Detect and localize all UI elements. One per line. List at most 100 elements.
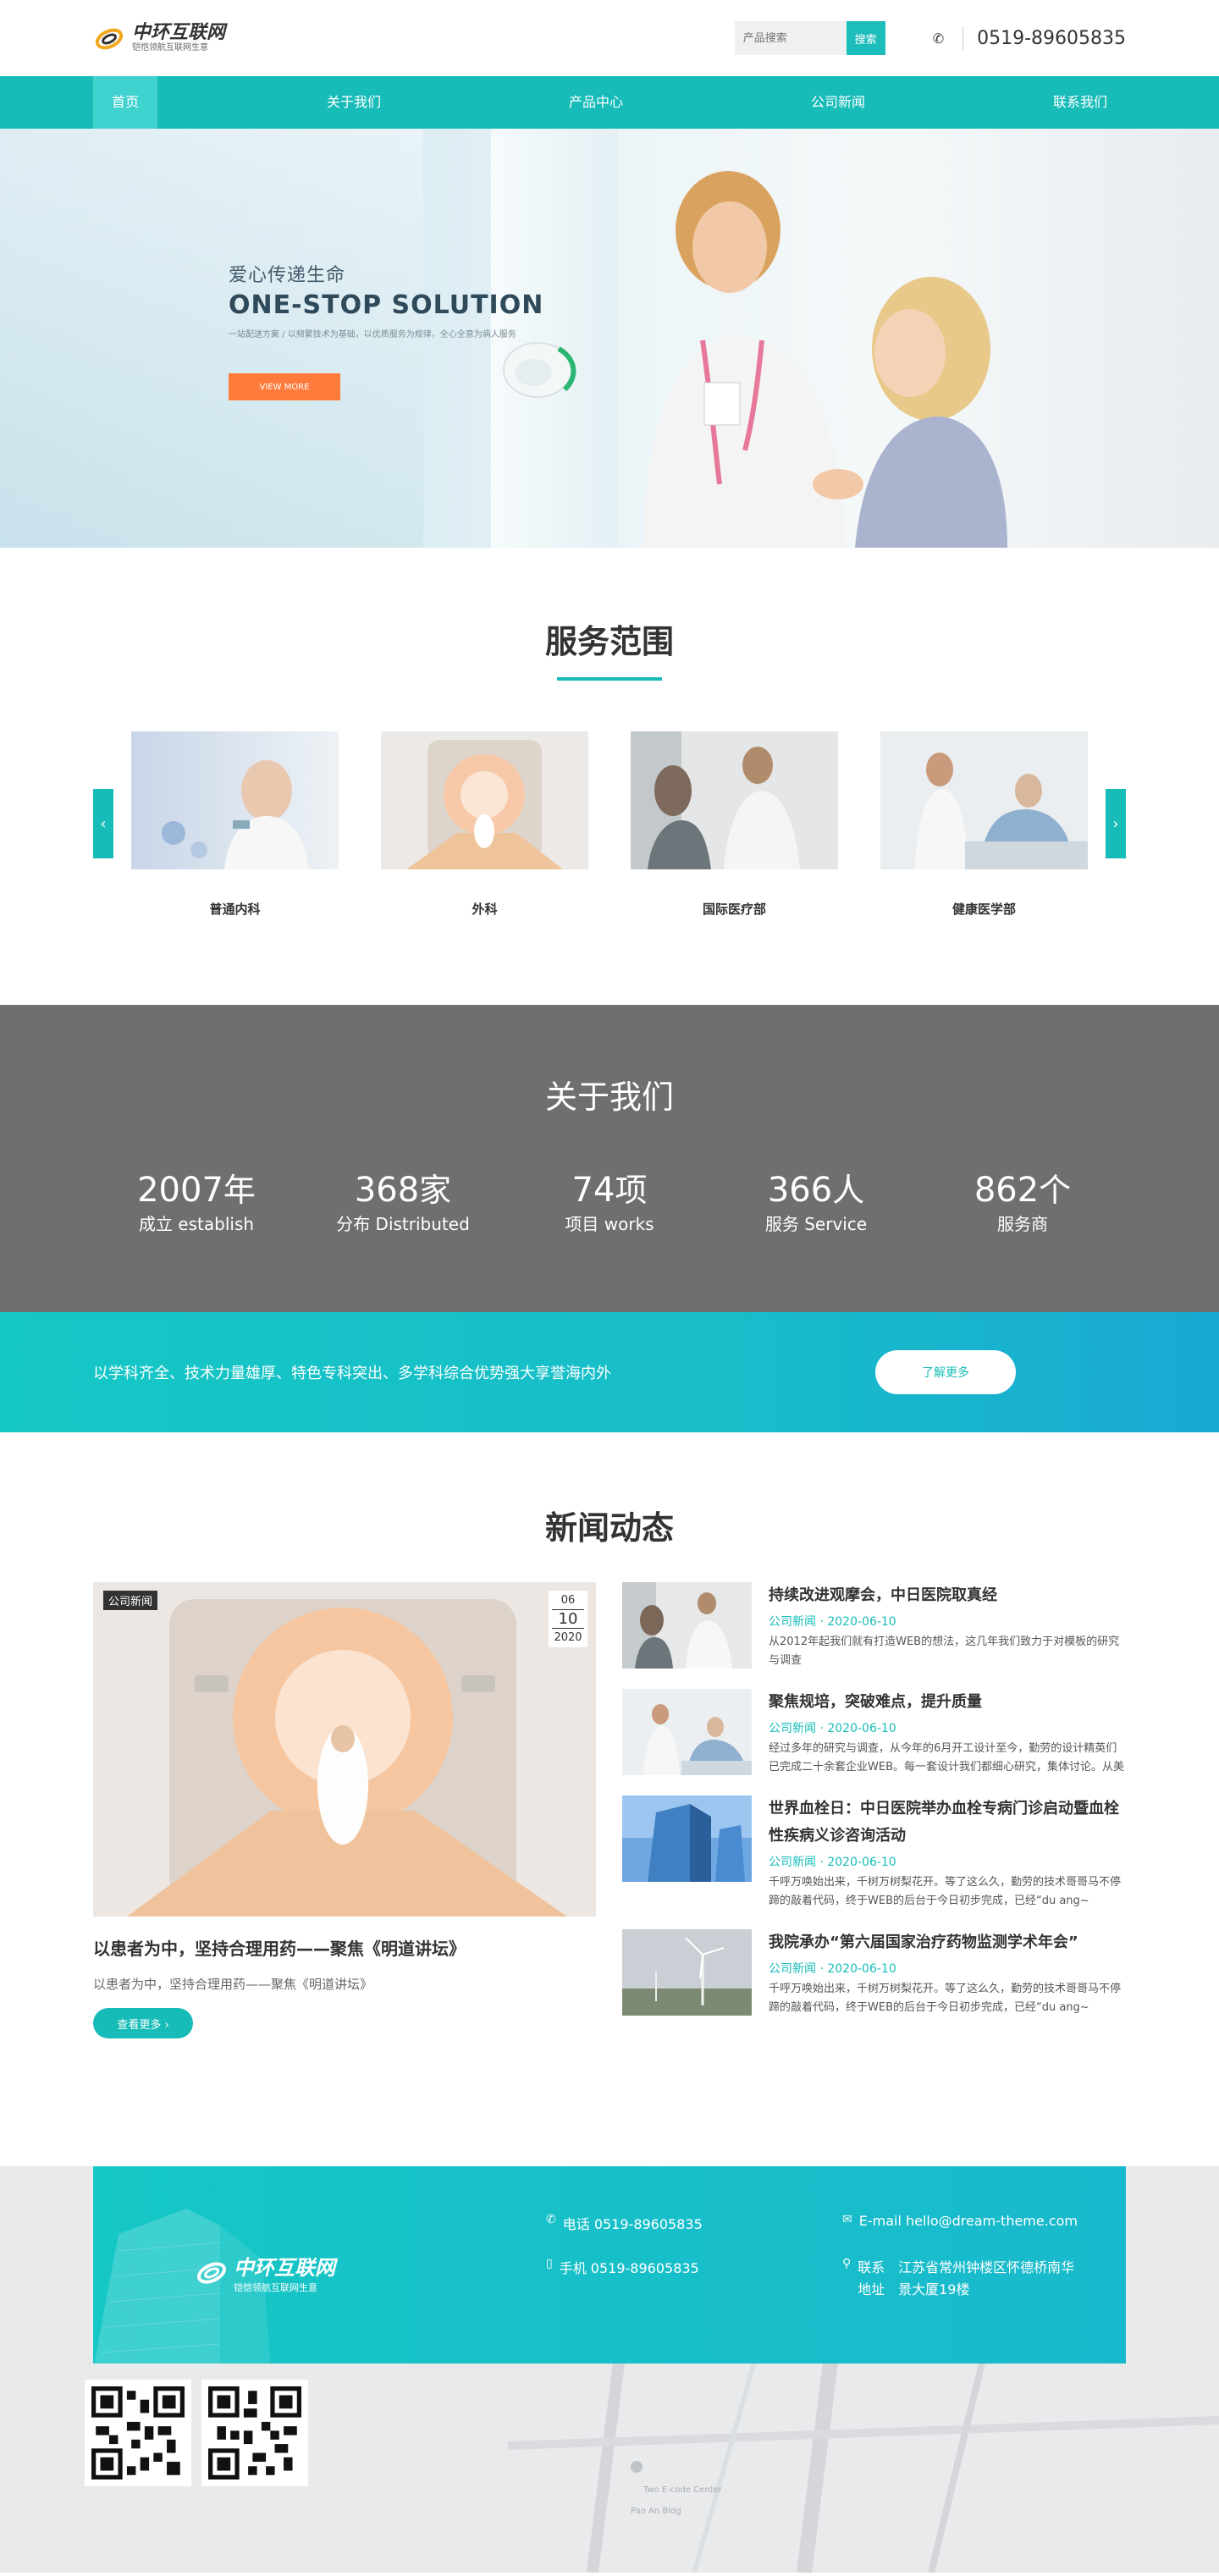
nav-item-about[interactable]: 关于我们 <box>308 76 400 129</box>
service-image-international <box>631 731 838 869</box>
footer-logo-subtitle: 铠恺领航互联网生意 <box>234 2282 317 2293</box>
stat-unit: 人 <box>832 1172 865 1209</box>
footer-address-text: 江苏省常州钟楼区怀德桥南华景大厦19楼 <box>898 2259 1075 2297</box>
footer-mobile: ▯ 手机 0519-89605835 <box>546 2257 842 2301</box>
logo-subtitle: 铠恺领航互联网生意 <box>132 43 208 52</box>
news-thumbnail <box>622 1582 752 1669</box>
stat-label: 分布 Distributed <box>336 1214 470 1234</box>
stat-number: 74 <box>571 1171 615 1210</box>
news-thumbnail <box>622 1689 752 1775</box>
search-button[interactable]: 搜索 <box>846 21 885 55</box>
header-phone: ✆ 0519-89605835 <box>933 26 1126 50</box>
footer-address-label: 联系地址 <box>858 2259 885 2297</box>
news-item-meta: 公司新闻 · 2020-06-10 <box>769 1615 896 1629</box>
site-header: 中环互联网 铠恺领航互联网生意 搜索 ✆ 0519-89605835 <box>0 0 1219 76</box>
carousel-next-button[interactable]: › <box>1106 789 1126 858</box>
banner-description: 一站配送方案 / 以频繁技术为基础，以优质服务为规律，全心全意为病人服务 <box>229 330 516 339</box>
nav-item-news[interactable]: 公司新闻 <box>792 76 884 129</box>
news-title: 新闻动态 <box>544 1509 674 1547</box>
hero-banner: 爱心传递生命 ONE-STOP SOLUTION 一站配送方案 / 以频繁技术为… <box>0 129 1219 548</box>
featured-news[interactable]: 公司新闻 06 10 2020 以患者为中，坚持合理用药——聚焦《明道讲坛》 以… <box>93 1582 596 2141</box>
service-label: 普通内科 <box>209 902 261 917</box>
stat-item: 862个 服务商 <box>938 1172 1107 1235</box>
chevron-left-icon: ‹ <box>100 814 107 833</box>
news-item-desc: 经过多年的研究与调查，从今年的6月开工设计至今，勤劳的设计精英们已完成二十余套企… <box>769 1742 1124 1773</box>
news-list-item[interactable]: 持续改进观摩会，中日医院取真经 公司新闻 · 2020-06-10 从2012年… <box>622 1582 1126 1670</box>
phone-icon: ✆ <box>932 30 945 47</box>
news-item-title[interactable]: 聚焦规培，突破难点，提升质量 <box>769 1689 1126 1716</box>
stat-label: 服务 Service <box>764 1214 868 1234</box>
nav-item-contact[interactable]: 联系我们 <box>1034 76 1126 129</box>
location-pin-icon: ⚲ <box>842 2257 852 2270</box>
service-title: 服务范围 <box>544 623 674 660</box>
qr-code <box>85 2380 191 2486</box>
news-item-desc: 从2012年起我们就有打造WEB的想法，这几年我们致力于对模板的研究与调查 <box>769 1636 1120 1667</box>
stat-item: 74项 项目 works <box>525 1172 694 1235</box>
map-label: Pao An Bldg <box>631 2507 681 2516</box>
footer-email-text[interactable]: E-mail hello@dream-theme.com <box>859 2213 1078 2229</box>
news-list-item[interactable]: 我院承办“第六届国家治疗药物监测学术年会” 公司新闻 · 2020-06-10 … <box>622 1929 1126 2017</box>
news-list-item[interactable]: 世界血栓日：中日医院举办血栓专病门诊启动暨血栓性疾病义诊咨询活动 公司新闻 · … <box>622 1795 1126 1911</box>
search-input[interactable] <box>734 21 847 55</box>
footer-logo-icon <box>197 2261 226 2284</box>
stat-item: 368家 分布 Distributed <box>318 1172 488 1235</box>
stat-label: 成立 establish <box>138 1214 255 1234</box>
service-card[interactable]: 国际医疗部 <box>631 731 838 918</box>
qr-code-image <box>208 2386 301 2479</box>
qr-code-image <box>91 2386 185 2479</box>
date-year: 2020 <box>554 1631 582 1644</box>
footer-contact-box: 中环互联网 铠恺领航互联网生意 ✆ 电话 0519-89605835 ✉ E-m… <box>93 2166 1126 2364</box>
date-month: 06 <box>560 1594 576 1607</box>
nav-item-home[interactable]: 首页 <box>93 76 158 129</box>
logo-title: 中环互联网 <box>132 21 226 43</box>
service-card[interactable]: 外科 <box>381 731 588 918</box>
service-image-health <box>880 731 1088 869</box>
view-more-button[interactable]: VIEW MORE <box>229 373 340 400</box>
banner-slogan: 爱心传递生命 <box>229 265 346 286</box>
stat-number: 2007 <box>137 1171 223 1210</box>
footer-tel-text: 电话 0519-89605835 <box>562 2216 703 2232</box>
stat-number: 862 <box>974 1171 1040 1210</box>
news-item-title[interactable]: 我院承办“第六届国家治疗药物监测学术年会” <box>769 1929 1126 1956</box>
learn-more-button[interactable]: 了解更多 <box>875 1350 1016 1394</box>
featured-news-summary: 以患者为中，坚持合理用药——聚焦《明道讲坛》 <box>93 1977 373 1992</box>
date-day: 10 <box>552 1609 584 1629</box>
news-item-title[interactable]: 持续改进观摩会，中日医院取真经 <box>769 1582 1126 1609</box>
news-list-item[interactable]: 聚焦规培，突破难点，提升质量 公司新闻 · 2020-06-10 经过多年的研究… <box>622 1689 1126 1777</box>
featured-news-headline[interactable]: 以患者为中，坚持合理用药——聚焦《明道讲坛》 <box>93 1935 596 1960</box>
carousel-prev-button[interactable]: ‹ <box>93 789 113 858</box>
logo[interactable]: 中环互联网 铠恺领航互联网生意 <box>93 22 225 54</box>
view-more-news-button[interactable]: 查看更多 › <box>93 2008 193 2038</box>
news-thumbnail <box>622 1795 752 1882</box>
stat-unit: 项 <box>615 1172 648 1209</box>
service-card[interactable]: 健康医学部 <box>880 731 1088 918</box>
service-card[interactable]: 普通内科 <box>131 731 339 918</box>
site-footer: Two E-code Center Pao An Bldg 中环互联网 铠恺领航… <box>0 2166 1219 2573</box>
stat-label: 服务商 <box>997 1214 1048 1234</box>
qr-codes <box>85 2380 308 2486</box>
news-item-title[interactable]: 世界血栓日：中日医院举办血栓专病门诊启动暨血栓性疾病义诊咨询活动 <box>769 1795 1126 1850</box>
footer-logo-title: 中环互联网 <box>234 2255 335 2280</box>
chevron-right-icon: › <box>1112 814 1119 833</box>
about-title: 关于我们 <box>544 1078 674 1116</box>
service-carousel: ‹ 普通内科 外科 国际医疗部 健康医学部 › <box>93 731 1126 943</box>
news-item-desc: 千呼万唤始出来，千树万树梨花开。等了这么久，勤劳的技术哥哥马不停蹄的敲着代码，终… <box>769 1876 1122 1907</box>
footer-logo[interactable]: 中环互联网 铠恺领航互联网生意 <box>195 2251 335 2294</box>
nav-item-products[interactable]: 产品中心 <box>550 76 642 129</box>
header-phone-number: 0519-89605835 <box>977 27 1126 49</box>
stat-item: 2007年 成立 establish <box>112 1172 281 1235</box>
doctor-child-illustration <box>643 171 1007 548</box>
title-underline <box>557 677 662 681</box>
stat-label: 项目 works <box>565 1214 654 1234</box>
footer-tel: ✆ 电话 0519-89605835 <box>546 2213 842 2233</box>
footer-address: ⚲ 联系地址 江苏省常州钟楼区怀德桥南华景大厦19楼 <box>842 2257 1088 2301</box>
news-item-meta: 公司新闻 · 2020-06-10 <box>769 1856 896 1869</box>
banner-headline: ONE-STOP SOLUTION <box>229 290 544 320</box>
main-nav: 首页 关于我们 产品中心 公司新闻 联系我们 <box>0 76 1219 129</box>
date-badge: 06 10 2020 <box>549 1591 587 1647</box>
stat-unit: 家 <box>419 1172 452 1209</box>
qr-code <box>201 2380 308 2486</box>
footer-email[interactable]: ✉ E-mail hello@dream-theme.com <box>842 2213 1088 2233</box>
service-label: 国际医疗部 <box>702 902 766 917</box>
phone-icon: ✆ <box>546 2213 556 2226</box>
